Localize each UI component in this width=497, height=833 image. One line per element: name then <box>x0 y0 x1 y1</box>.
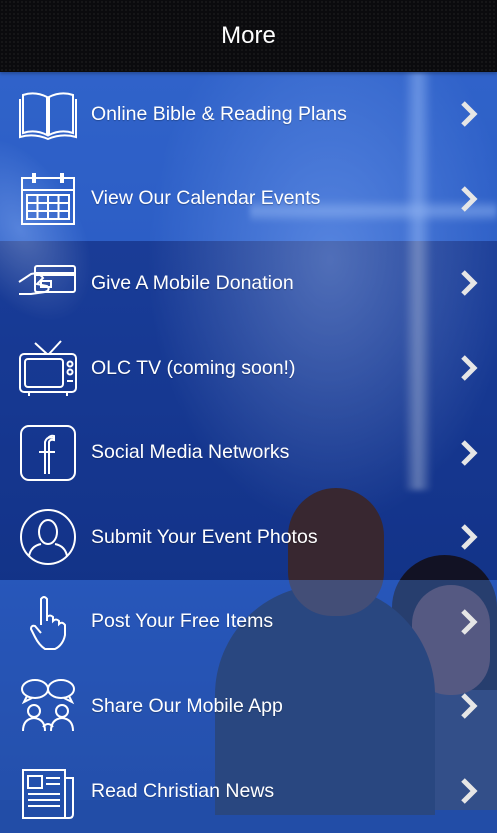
more-menu: Online Bible & Reading Plans View Our Ca… <box>0 72 497 833</box>
user-profile-icon <box>17 506 79 568</box>
top-bar: More <box>0 0 497 72</box>
calendar-icon <box>17 168 79 230</box>
chevron-right-icon <box>458 776 480 806</box>
facebook-icon <box>17 422 79 484</box>
chevron-right-icon <box>458 438 480 468</box>
menu-item-label: View Our Calendar Events <box>91 187 321 210</box>
menu-item-label: Give A Mobile Donation <box>91 271 294 294</box>
group-chat-icon <box>17 675 79 737</box>
menu-item-label: Post Your Free Items <box>91 610 274 633</box>
menu-item-bible[interactable]: Online Bible & Reading Plans <box>0 72 497 157</box>
menu-item-label: Online Bible & Reading Plans <box>91 102 347 125</box>
chevron-right-icon <box>458 607 480 637</box>
pointing-hand-icon <box>17 591 79 653</box>
menu-item-news[interactable]: Read Christian News <box>0 748 497 833</box>
newspaper-icon <box>17 760 79 822</box>
menu-item-olc-tv[interactable]: OLC TV (coming soon!) <box>0 325 497 411</box>
menu-item-label: Submit Your Event Photos <box>91 525 318 548</box>
page-title: More <box>221 22 276 49</box>
menu-item-donation[interactable]: Give A Mobile Donation <box>0 241 497 326</box>
chevron-right-icon <box>458 99 480 129</box>
menu-item-label: Read Christian News <box>91 779 275 802</box>
chevron-right-icon <box>458 353 480 383</box>
menu-item-calendar[interactable]: View Our Calendar Events <box>0 156 497 242</box>
menu-item-label: Share Our Mobile App <box>91 694 283 717</box>
chevron-right-icon <box>458 691 480 721</box>
chevron-right-icon <box>458 184 480 214</box>
chevron-right-icon <box>458 522 480 552</box>
tv-icon <box>17 337 79 399</box>
menu-item-free-items[interactable]: Post Your Free Items <box>0 579 497 665</box>
chevron-right-icon <box>458 268 480 298</box>
menu-item-label: OLC TV (coming soon!) <box>91 356 296 379</box>
open-book-icon <box>17 83 79 145</box>
menu-item-label: Social Media Networks <box>91 441 290 464</box>
menu-item-photos[interactable]: Submit Your Event Photos <box>0 494 497 580</box>
menu-item-share-app[interactable]: Share Our Mobile App <box>0 664 497 749</box>
menu-item-social[interactable]: Social Media Networks <box>0 410 497 495</box>
credit-card-hand-icon <box>17 252 79 314</box>
